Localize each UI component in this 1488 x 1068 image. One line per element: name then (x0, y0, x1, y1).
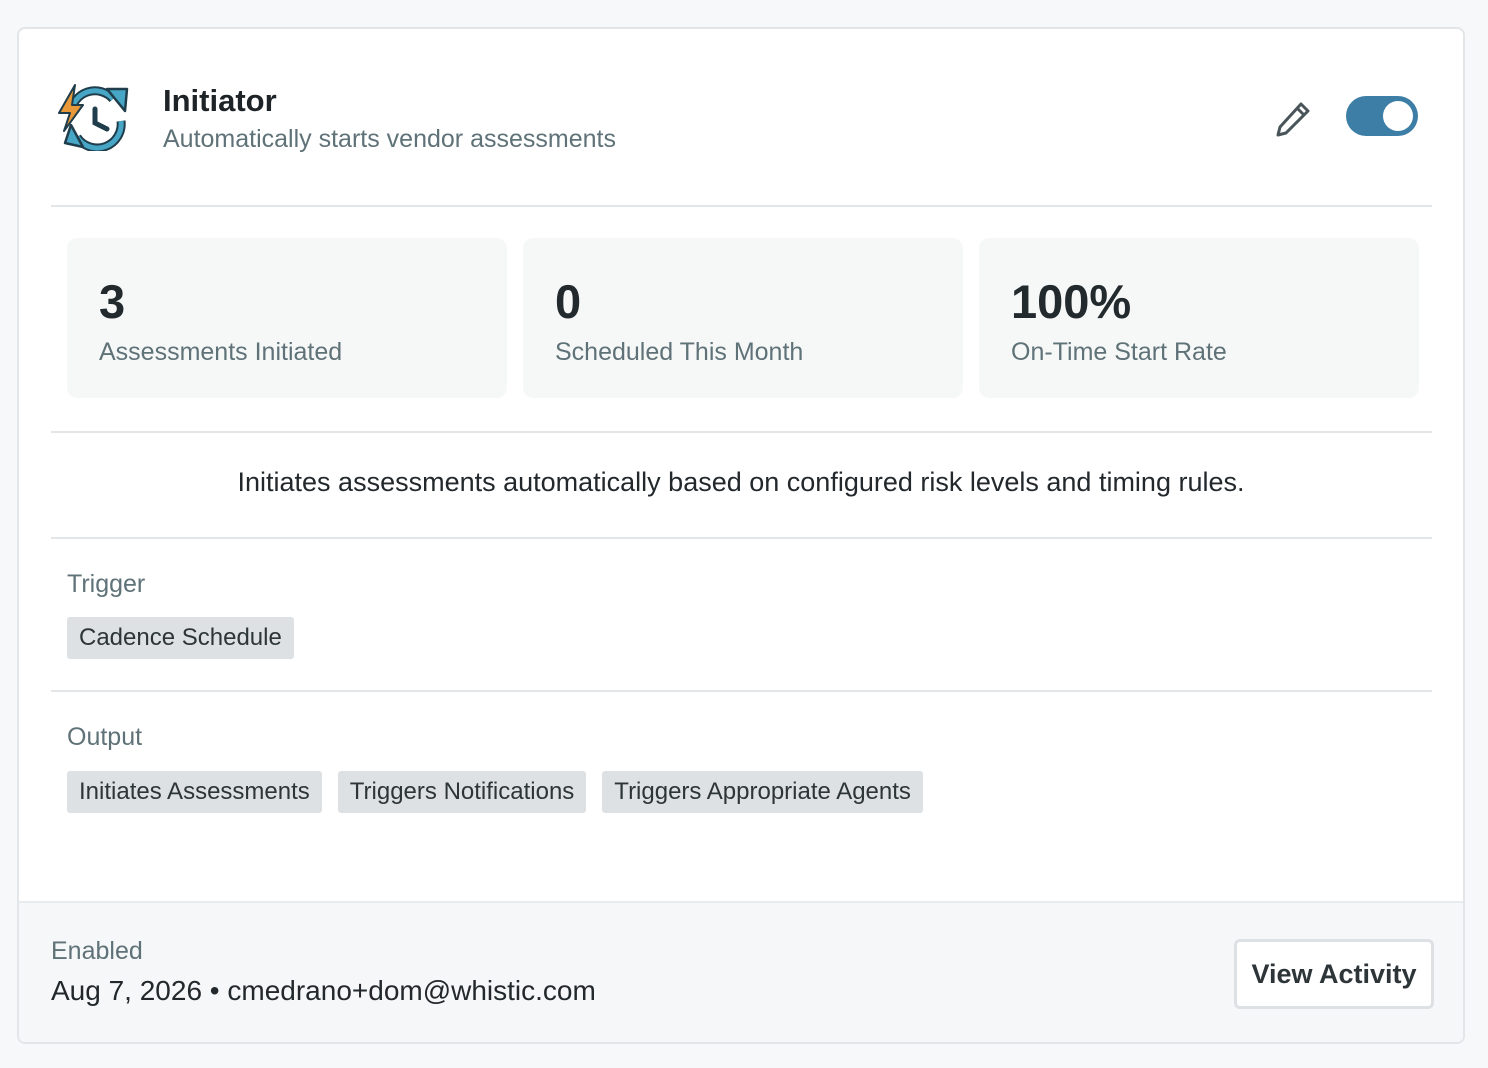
output-chip: Triggers Appropriate Agents (602, 771, 923, 813)
toggle-knob (1383, 101, 1413, 131)
stat-label: On-Time Start Rate (1011, 338, 1227, 366)
output-label: Output (67, 723, 143, 751)
card-header: Initiator Automatically starts vendor as… (19, 29, 1463, 207)
edit-button[interactable] (1271, 97, 1315, 141)
stat-card: 0 Scheduled This Month (523, 238, 963, 398)
card-footer: Enabled Aug 7, 2026 • cmedrano+dom@whist… (19, 901, 1463, 1042)
stat-card: 100% On-Time Start Rate (979, 238, 1419, 398)
trigger-chip: Cadence Schedule (67, 617, 294, 659)
trigger-label: Trigger (67, 570, 146, 598)
trigger-chips: Cadence Schedule (67, 617, 294, 659)
output-chips: Initiates Assessments Triggers Notificat… (67, 771, 923, 813)
view-activity-button[interactable]: View Activity (1234, 939, 1434, 1009)
stat-label: Assessments Initiated (99, 338, 343, 366)
stat-value: 3 (99, 275, 126, 328)
enable-toggle[interactable] (1346, 96, 1418, 136)
enabled-meta: Aug 7, 2026 • cmedrano+dom@whistic.com (51, 975, 596, 1006)
agent-subtitle: Automatically starts vendor assessments (163, 125, 616, 153)
agent-title: Initiator (163, 83, 277, 118)
divider (51, 537, 1432, 539)
pencil-icon (1276, 102, 1310, 137)
stat-card: 3 Assessments Initiated (67, 238, 507, 398)
stat-value: 0 (555, 275, 582, 328)
divider (51, 431, 1432, 433)
stat-value: 100% (1011, 275, 1132, 328)
output-chip: Triggers Notifications (337, 771, 587, 813)
status-text: Enabled (51, 937, 143, 965)
divider (51, 690, 1432, 692)
output-chip: Initiates Assessments (67, 771, 322, 813)
agent-description: Initiates assessments automatically base… (237, 467, 1245, 497)
stat-label: Scheduled This Month (555, 338, 804, 366)
divider (51, 205, 1432, 207)
sync-lightning-icon (58, 84, 129, 151)
agent-card: Initiator Automatically starts vendor as… (17, 27, 1465, 1044)
